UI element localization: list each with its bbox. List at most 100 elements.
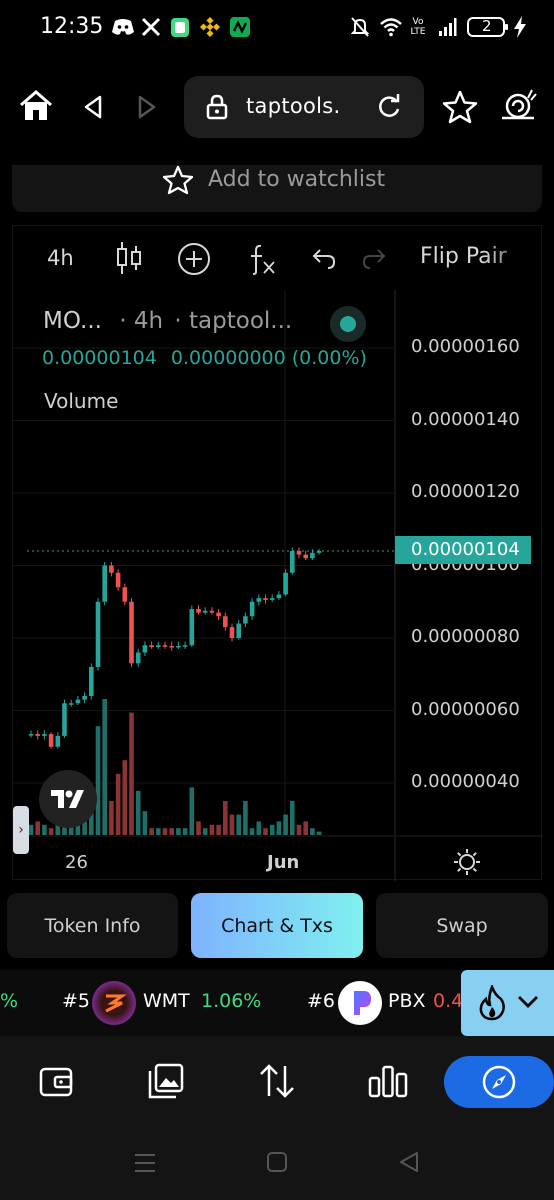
chart-settings-icon[interactable] — [453, 848, 481, 880]
candle-body — [223, 616, 228, 628]
undo-icon[interactable] — [311, 246, 337, 274]
volume-bar — [290, 801, 295, 835]
volume-bar — [196, 821, 201, 835]
x-axis-label-26: 26 — [65, 852, 88, 873]
candle-body — [142, 645, 148, 653]
volume-bar — [102, 699, 107, 835]
legend-source: · taptool... — [174, 308, 293, 334]
volume-bar — [202, 828, 208, 835]
candle-body — [296, 551, 302, 555]
volume-bar — [310, 828, 315, 835]
wmt-coin-icon — [92, 981, 136, 1025]
x-icon — [140, 16, 162, 38]
current-price-tag: 0.00000104 — [395, 536, 531, 564]
wifi-icon — [378, 16, 404, 38]
bookmark-star-icon[interactable] — [442, 90, 478, 128]
add-indicator-icon[interactable] — [177, 242, 211, 280]
status-time: 12:35 — [40, 14, 104, 39]
tab-chart-txs[interactable]: Chart & Txs — [191, 893, 363, 958]
candle-body — [196, 609, 201, 613]
volume-bar — [249, 828, 255, 835]
back-nav-icon[interactable] — [398, 1151, 420, 1177]
ticker-symbol-pbx[interactable]: PBX — [388, 990, 426, 1012]
volume-bar — [276, 821, 282, 835]
candle-body — [263, 598, 268, 600]
volume-bar — [216, 824, 221, 835]
y-axis-label: 0.00000080 — [411, 626, 520, 647]
x-axis-label-jun: Jun — [267, 852, 300, 873]
address-bar[interactable]: taptools. — [184, 76, 424, 138]
candle-body — [62, 703, 67, 736]
volume-bar — [42, 824, 47, 835]
y-axis-label: 0.00000160 — [411, 336, 520, 357]
add-to-watchlist-button[interactable]: Add to watchlist — [12, 165, 542, 212]
volume-bar — [263, 828, 268, 835]
redo-icon[interactable] — [361, 246, 387, 274]
tab-token-info[interactable]: Token Info — [7, 893, 178, 958]
candle-body — [42, 734, 47, 736]
recents-icon[interactable] — [133, 1151, 157, 1179]
volume-bar — [229, 814, 235, 835]
candle-body — [169, 645, 174, 648]
volume-bar — [283, 814, 288, 835]
trending-ticker[interactable]: % #5 WMT 1.06% #6 PBX 0.4 — [0, 970, 554, 1036]
fx-indicators-icon[interactable] — [247, 242, 277, 280]
mute-icon — [350, 16, 370, 38]
volume-bar — [129, 712, 134, 835]
bottom-navigation — [0, 1036, 554, 1131]
live-status-dot — [330, 306, 366, 342]
candle-body — [229, 627, 235, 638]
candle-body — [269, 598, 275, 600]
volume-bar — [243, 801, 248, 835]
ticker-rank-6: #6 — [307, 990, 336, 1012]
snail-icon[interactable] — [498, 88, 538, 128]
volume-bar — [176, 828, 181, 835]
ticker-rank-5: #5 — [62, 990, 91, 1012]
price-chart[interactable]: 4h Flip Pair MO... · 4h · taptool... 0.0… — [12, 225, 543, 881]
back-icon[interactable] — [82, 94, 104, 124]
candle-body — [303, 554, 308, 559]
candle-body — [95, 601, 101, 667]
candle-type-icon[interactable] — [115, 240, 143, 280]
timeframe-selector[interactable]: 4h — [47, 246, 74, 270]
candle-body — [156, 645, 161, 648]
volume-bar — [316, 831, 322, 835]
candle-body — [176, 645, 181, 648]
signal-icon — [436, 16, 458, 38]
ticker-symbol-wmt[interactable]: WMT — [143, 990, 190, 1012]
volume-bar — [256, 821, 262, 835]
candle-body — [283, 572, 288, 595]
explore-button[interactable] — [444, 1056, 554, 1108]
forward-icon[interactable] — [136, 94, 158, 124]
tab-swap[interactable]: Swap — [376, 893, 548, 958]
watchlist-label: Add to watchlist — [208, 167, 386, 192]
candle-body — [209, 610, 215, 613]
volume-bar — [28, 824, 34, 835]
system-navigation — [0, 1131, 554, 1200]
volume-bar — [162, 828, 168, 835]
swap-arrows-icon[interactable] — [258, 1062, 296, 1104]
analytics-icon[interactable] — [368, 1064, 408, 1102]
home-icon[interactable] — [18, 88, 54, 128]
chart-legend-values: 0.00000104 0.00000000 (0.00%) — [42, 347, 367, 369]
candle-body — [310, 552, 315, 559]
gallery-icon[interactable] — [147, 1062, 185, 1104]
volume-bar — [223, 801, 228, 835]
app-green-icon — [170, 16, 190, 38]
volume-bar — [189, 787, 195, 835]
wallet-icon[interactable] — [38, 1064, 74, 1104]
volume-bar — [35, 821, 40, 835]
candle-body — [48, 734, 54, 747]
candle-body — [35, 734, 40, 736]
candle-body — [129, 601, 134, 664]
y-axis-label: 0.00000140 — [411, 408, 520, 430]
ticker-change-wmt: 1.06% — [201, 990, 262, 1012]
home-nav-icon[interactable] — [266, 1151, 288, 1177]
sidebar-expand-handle[interactable]: › — [13, 806, 29, 854]
volume-bar — [156, 828, 161, 835]
reload-icon[interactable] — [376, 94, 402, 124]
ticker-prefix: % — [0, 990, 19, 1012]
legend-symbol: MO... — [43, 308, 102, 334]
trending-toggle[interactable] — [461, 970, 554, 1036]
volume-bar — [122, 760, 128, 835]
